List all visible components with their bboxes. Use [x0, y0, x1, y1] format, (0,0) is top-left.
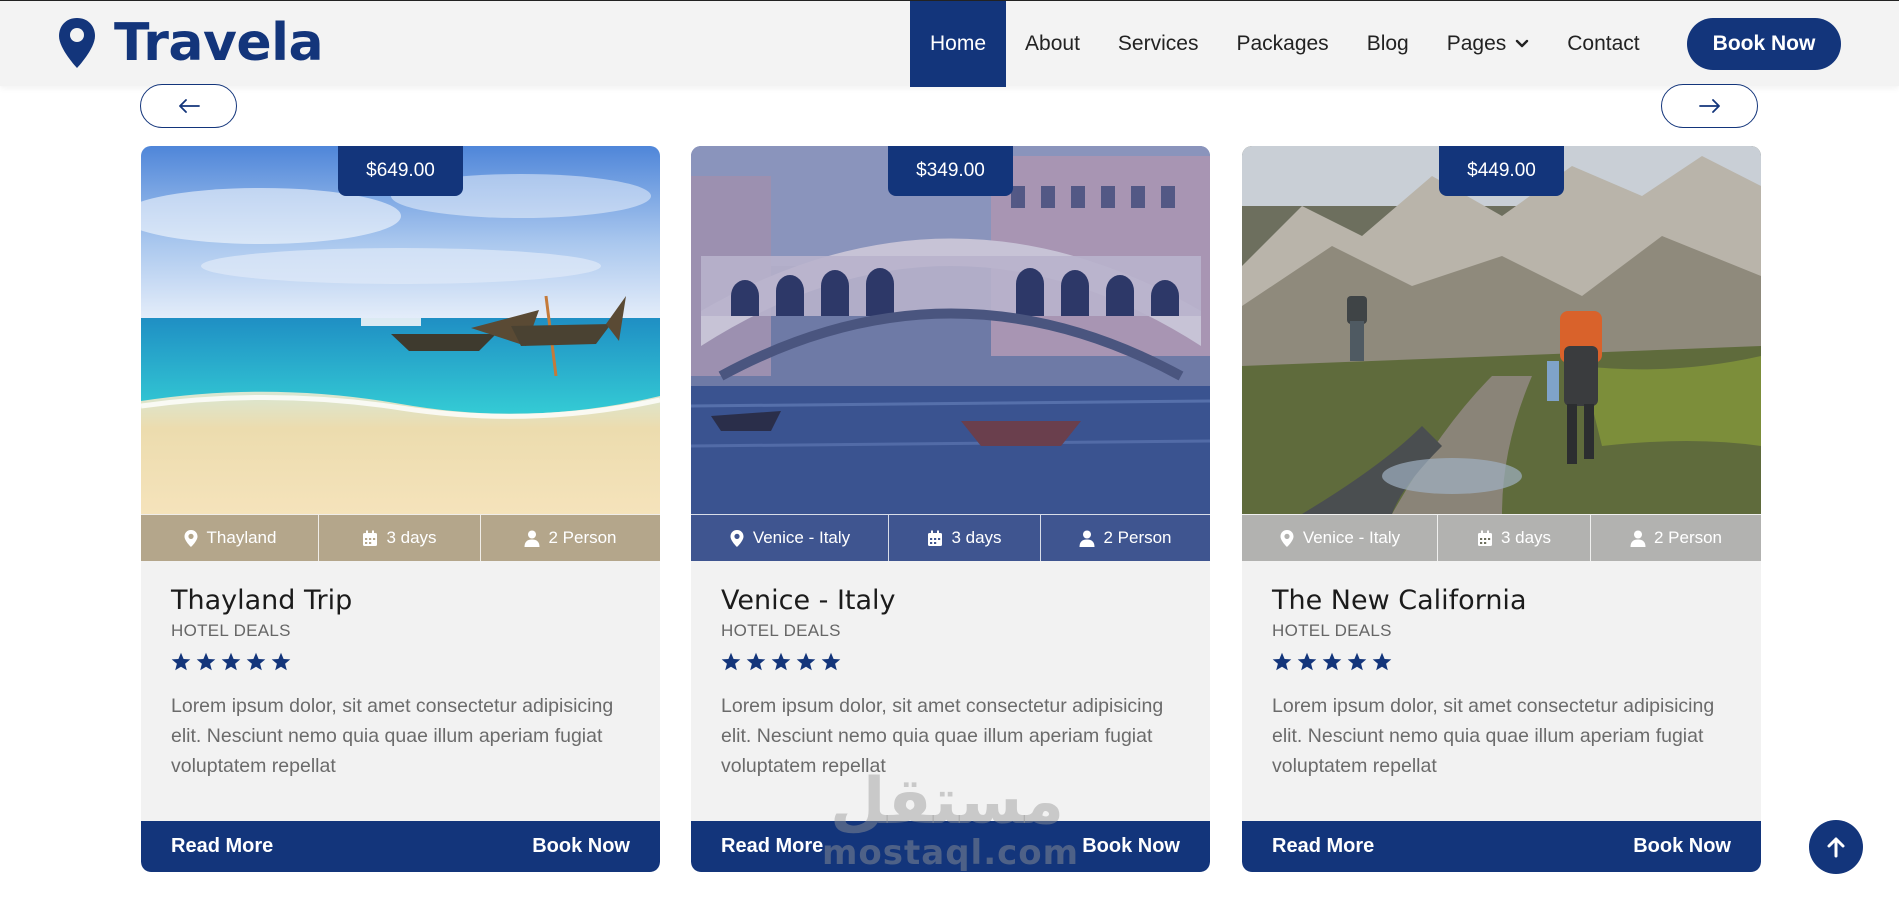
price-tag: $449.00 [1439, 146, 1564, 196]
arrow-left-icon [178, 99, 200, 113]
package-body: Thayland Trip HOTEL DEALS Lorem ipsum do… [171, 584, 641, 781]
package-meta-bar: Thayland 3 days 2 Person [141, 514, 660, 561]
package-category: HOTEL DEALS [721, 621, 841, 640]
star-icon [1272, 652, 1292, 671]
star-icon [1322, 652, 1342, 671]
rating-stars [721, 652, 1191, 672]
nav-pages-label: Pages [1446, 32, 1507, 55]
package-description: Lorem ipsum dolor, sit amet consectetur … [171, 695, 614, 777]
package-image-mountains [1242, 146, 1761, 514]
star-icon [1297, 652, 1317, 671]
map-marker-icon [184, 529, 198, 547]
nav-blog[interactable]: Blog [1348, 1, 1428, 87]
star-icon [771, 652, 791, 671]
meta-location-text: Thayland [206, 528, 277, 547]
meta-persons-text: 2 Person [1653, 528, 1723, 547]
meta-persons-text: 2 Person [548, 528, 617, 547]
meta-location: Venice - Italy [1242, 515, 1438, 561]
calendar-icon [928, 530, 943, 546]
package-footer: Read More Book Now [691, 821, 1210, 872]
star-icon [221, 652, 241, 671]
book-now-link[interactable]: Book Now [1082, 835, 1180, 858]
meta-location-text: Venice - Italy [752, 528, 851, 547]
meta-duration-text: 3 days [1500, 528, 1552, 547]
price-tag: $649.00 [338, 146, 463, 196]
map-marker-icon [730, 529, 744, 547]
meta-location: Venice - Italy [691, 515, 889, 561]
read-more-link[interactable]: Read More [171, 835, 273, 858]
star-icon [721, 652, 741, 671]
star-icon [796, 652, 816, 671]
back-to-top-button[interactable] [1809, 820, 1863, 874]
price-tag: $349.00 [888, 146, 1013, 196]
meta-duration-text: 3 days [386, 528, 437, 547]
calendar-icon [1477, 530, 1492, 546]
meta-persons: 2 Person [1041, 515, 1210, 561]
package-category: HOTEL DEALS [1272, 621, 1392, 640]
star-icon [171, 652, 191, 671]
book-now-link[interactable]: Book Now [1633, 835, 1731, 858]
package-meta-bar: Venice - Italy 3 days 2 Person [691, 514, 1210, 561]
user-icon [524, 530, 540, 547]
nav-home[interactable]: Home [910, 1, 1007, 87]
package-title: Venice - Italy [721, 585, 896, 616]
nav-services[interactable]: Services [1099, 1, 1218, 87]
map-marker-icon [1280, 529, 1294, 547]
meta-duration-text: 3 days [951, 528, 1002, 547]
meta-duration: 3 days [889, 515, 1041, 561]
book-now-link[interactable]: Book Now [532, 835, 630, 858]
meta-persons: 2 Person [481, 515, 660, 561]
star-icon [246, 652, 266, 671]
meta-persons-text: 2 Person [1103, 528, 1172, 547]
package-body: Venice - Italy HOTEL DEALS Lorem ipsum d… [721, 584, 1191, 781]
package-body: The New California HOTEL DEALS Lorem ips… [1272, 584, 1742, 781]
star-icon [746, 652, 766, 671]
rating-stars [1272, 652, 1742, 672]
package-card: $349.00 Venice - Italy 3 days 2 Person V… [691, 146, 1210, 872]
calendar-icon [363, 530, 378, 546]
read-more-link[interactable]: Read More [721, 835, 823, 858]
carousel-next-button[interactable] [1661, 84, 1758, 128]
rating-stars [171, 652, 641, 672]
nav-menu: Home About Services Packages Blog Pages … [910, 1, 1659, 87]
arrow-up-icon [1827, 837, 1845, 858]
package-card: $649.00 Thayland 3 days 2 Person Thaylan… [141, 146, 660, 872]
star-icon [271, 652, 291, 671]
arrow-right-icon [1698, 99, 1720, 113]
brand-logo[interactable]: Travela [56, 13, 324, 73]
meta-persons: 2 Person [1591, 515, 1761, 561]
meta-location-text: Venice - Italy [1302, 528, 1401, 547]
brand-name: Travela [114, 13, 324, 73]
package-image-beach [141, 146, 660, 514]
package-card: $449.00 Venice - Italy 3 days 2 Person T… [1242, 146, 1761, 872]
nav-packages[interactable]: Packages [1217, 1, 1347, 87]
star-icon [1372, 652, 1392, 671]
nav-pages[interactable]: Pages [1428, 1, 1549, 87]
chevron-down-icon [1516, 39, 1529, 48]
package-footer: Read More Book Now [1242, 821, 1761, 872]
navbar: Travela Home About Services Packages Blo… [0, 0, 1899, 87]
package-image-venice [691, 146, 1210, 514]
star-icon [821, 652, 841, 671]
meta-duration: 3 days [1438, 515, 1591, 561]
user-icon [1079, 530, 1095, 547]
map-pin-icon [59, 18, 95, 68]
nav-about[interactable]: About [1006, 1, 1099, 87]
nav-contact[interactable]: Contact [1548, 1, 1658, 87]
package-description: Lorem ipsum dolor, sit amet consectetur … [1272, 695, 1715, 777]
book-now-button[interactable]: Book Now [1687, 18, 1841, 70]
package-meta-bar: Venice - Italy 3 days 2 Person [1242, 514, 1761, 561]
package-title: Thayland Trip [171, 585, 353, 616]
package-footer: Read More Book Now [141, 821, 660, 872]
user-icon [1630, 530, 1646, 547]
read-more-link[interactable]: Read More [1272, 835, 1374, 858]
star-icon [196, 652, 216, 671]
meta-location: Thayland [141, 515, 319, 561]
carousel-prev-button[interactable] [140, 84, 237, 128]
meta-duration: 3 days [319, 515, 481, 561]
package-category: HOTEL DEALS [171, 621, 291, 640]
package-title: The New California [1272, 585, 1527, 616]
package-description: Lorem ipsum dolor, sit amet consectetur … [721, 695, 1164, 777]
star-icon [1347, 652, 1367, 671]
